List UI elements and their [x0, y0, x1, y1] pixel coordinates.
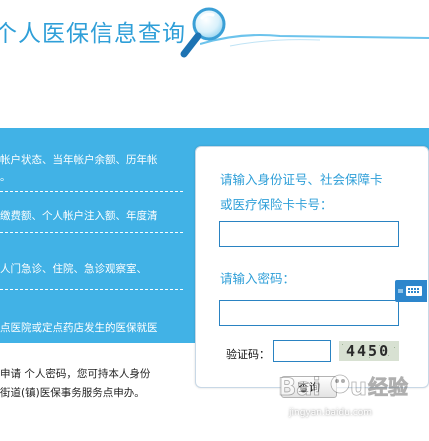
- info-text: 人门急诊、住院、急诊观察室、: [0, 263, 147, 275]
- keyboard-icon: [398, 286, 422, 296]
- captcha-text: 4450: [346, 342, 391, 360]
- id-number-input[interactable]: [219, 221, 399, 247]
- header-swoosh-decoration: [200, 34, 429, 47]
- page-title: 个人医保信息查询: [0, 21, 186, 47]
- id-prompt: 或医疗保险卡卡号：: [220, 197, 333, 212]
- svg-text:u: u: [350, 373, 367, 401]
- virtual-keyboard-button[interactable]: [395, 280, 427, 302]
- dashed-divider: [0, 232, 183, 233]
- dashed-divider: [0, 289, 183, 290]
- notice-line: 申请 个人密码，您可持本人身份: [0, 368, 151, 380]
- password-input[interactable]: [219, 300, 399, 326]
- captcha-input[interactable]: [273, 340, 331, 362]
- svg-text:经验: 经验: [368, 375, 408, 399]
- info-text: 。: [0, 171, 11, 183]
- magnifier-icon: [180, 7, 226, 58]
- info-text: 缴费额、个人帐户注入额、年度清: [0, 210, 158, 222]
- id-prompt: 请输入身份证号、社会保障卡: [220, 172, 383, 187]
- login-panel: 请输入身份证号、社会保障卡 或医疗保险卡卡号： 请输入密码： 验证码： 4450…: [195, 146, 429, 398]
- dashed-divider: [0, 191, 183, 192]
- notice-line: 街道(镇)医保事务服务点申办。: [0, 387, 145, 399]
- info-text: 帐户状态、当年帐户余额、历年帐: [0, 154, 158, 166]
- info-text: 点医院或定点药店发生的医保就医: [0, 322, 158, 334]
- watermark-url: jingyan.baidu.com: [289, 408, 373, 418]
- captcha-image[interactable]: 4450: [339, 341, 399, 361]
- svg-text:Bai: Bai: [278, 373, 321, 401]
- page-header: 个人医保信息查询: [0, 0, 429, 80]
- captcha-label: 验证码：: [226, 348, 270, 361]
- password-prompt: 请输入密码：: [220, 271, 296, 286]
